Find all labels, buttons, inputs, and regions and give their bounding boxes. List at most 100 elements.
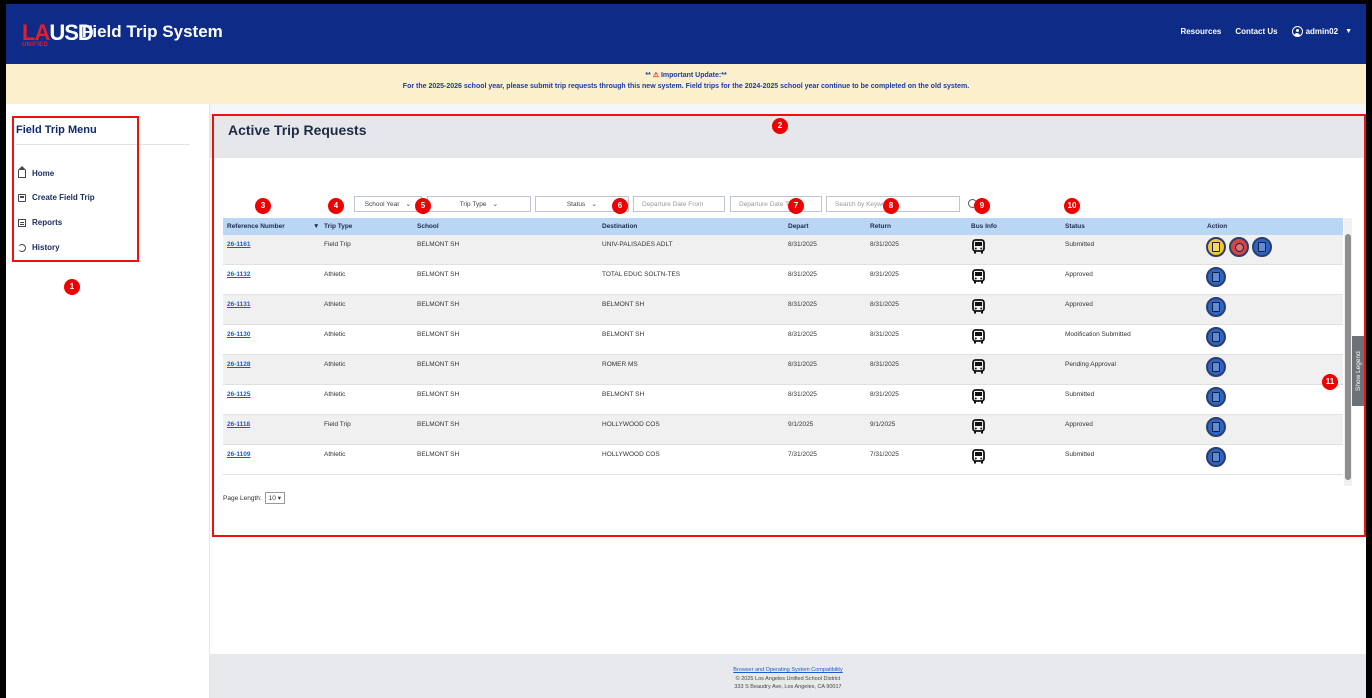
compatibility-link[interactable]: Browser and Operating System Compatibili… [210,667,1366,673]
table-scrollbar[interactable] [1344,218,1352,486]
user-circle-icon [1291,26,1303,37]
annotation-badge: 3 [255,198,271,214]
bus-info-icon[interactable] [972,239,985,254]
sidebar-item-home[interactable]: Home [18,166,54,178]
col-destination[interactable]: Destination [602,223,637,230]
depart-cell: 8/31/2025 [788,361,817,368]
sidebar-item-label: Create Field Trip [32,193,95,202]
view-trip-icon[interactable] [1206,387,1226,407]
edit-trip-icon[interactable] [1206,237,1226,257]
action-glyph [1234,242,1244,252]
bus-info-icon[interactable] [972,419,985,434]
table-row: 26-1130 Athletic BELMONT SH BELMONT SH 8/31/… [223,325,1343,355]
view-trip-icon[interactable] [1206,357,1226,377]
history-icon [18,243,26,252]
depart-cell: 8/31/2025 [788,271,817,278]
annotation-badge: 6 [612,198,628,214]
col-reference-number[interactable]: Reference Number [227,223,285,230]
col-depart[interactable]: Depart [788,223,809,230]
footer: Browser and Operating System Compatibili… [210,654,1366,698]
report-icon [18,218,26,227]
bus-info-icon[interactable] [972,299,985,314]
col-school[interactable]: School [417,223,439,230]
annotation-badge: 11 [1322,374,1338,390]
bus-icon [18,193,26,202]
table-row: 26-1118 Field Trip BELMONT SH HOLLYWOOD COS… [223,415,1343,445]
sort-desc-icon[interactable]: ▼ [313,223,319,230]
sidebar-item-history[interactable]: History [18,243,60,252]
return-cell: 8/31/2025 [870,301,899,308]
departure-date-from-input[interactable]: Departure Date From [633,196,725,212]
view-trip-icon[interactable] [1206,267,1226,287]
sidebar-item-create-field-trip[interactable]: Create Field Trip [18,193,95,202]
action-glyph [1212,242,1220,252]
reference-number-link[interactable]: 26-1130 [227,331,251,338]
return-cell: 7/31/2025 [870,451,899,458]
view-trip-icon[interactable] [1206,297,1226,317]
chevron-down-icon: ⌄ [492,201,499,208]
col-bus-info[interactable]: Bus Info [971,223,997,230]
reference-number-link[interactable]: 26-1161 [227,241,251,248]
warning-icon: ⚠ [652,72,659,79]
bus-info-icon[interactable] [972,329,985,344]
cancel-trip-icon[interactable] [1229,237,1249,257]
destination-cell: BELMONT SH [602,391,645,398]
annotation-badge: 4 [328,198,344,214]
col-return[interactable]: Return [870,223,891,230]
school-cell: BELMONT SH [417,391,460,398]
view-trip-icon[interactable] [1206,447,1226,467]
reference-number-link[interactable]: 26-1118 [227,421,250,428]
school-cell: BELMONT SH [417,301,460,308]
annotation-badge: 10 [1064,198,1080,214]
page-length-label: Page Length: [223,494,262,502]
table-row: 26-1132 Athletic BELMONT SH TOTAL EDUC SOLT… [223,265,1343,295]
bus-info-icon[interactable] [972,269,985,284]
sidebar-item-label: Reports [32,218,63,227]
reference-number-link[interactable]: 26-1128 [227,361,251,368]
header-links: Resources Contact Us admin02 ▼ [1180,26,1352,37]
trip-type-select[interactable]: Trip Type ⌄ [427,196,531,212]
user-menu[interactable]: admin02 ▼ [1291,26,1352,37]
bus-info-icon[interactable] [972,389,985,404]
action-glyph [1212,272,1220,282]
annotation-badge: 1 [64,279,80,295]
col-trip-type[interactable]: Trip Type [324,223,352,230]
reference-number-link[interactable]: 26-1131 [227,301,251,308]
scrollbar-thumb[interactable] [1345,234,1351,480]
departure-date-to-input[interactable]: Departure Date To [730,196,822,212]
reference-number-link[interactable]: 26-1132 [227,271,251,278]
view-trip-icon[interactable] [1206,327,1226,347]
view-trip-icon[interactable] [1252,237,1272,257]
sidebar: Field Trip Menu Home Create Field Trip R… [6,104,210,698]
view-trip-icon[interactable] [1206,417,1226,437]
trip-type-cell: Athletic [324,451,346,458]
return-cell: 8/31/2025 [870,331,899,338]
col-status[interactable]: Status [1065,223,1085,230]
school-cell: BELMONT SH [417,271,460,278]
user-name: admin02 [1305,27,1339,36]
status-cell: Submitted [1065,451,1095,458]
destination-cell: UNIV-PALISADES ADLT [602,241,673,248]
destination-cell: HOLLYWOOD COS [602,451,660,458]
destination-cell: BELMONT SH [602,331,645,338]
page-length-control: Page Length: 10 ▾ [223,492,285,504]
bus-info-icon[interactable] [972,359,985,374]
return-cell: 8/31/2025 [870,391,899,398]
annotation-badge: 8 [883,198,899,214]
return-cell: 8/31/2025 [870,241,899,248]
main-header: Active Trip Requests [210,114,1366,158]
important-update-banner: ** ⚠ Important Update:** For the 2025-20… [6,64,1366,104]
reference-number-link[interactable]: 26-1125 [227,391,251,398]
resources-link[interactable]: Resources [1180,27,1221,36]
home-icon [18,166,26,178]
page-length-select[interactable]: 10 ▾ [264,492,285,504]
sidebar-item-reports[interactable]: Reports [18,218,62,227]
reference-number-link[interactable]: 26-1109 [227,451,251,458]
show-legend-tab[interactable]: Show Legend [1352,336,1366,406]
status-cell: Submitted [1065,241,1095,248]
school-year-select[interactable]: School Year ⌄ [354,196,422,212]
contact-us-link[interactable]: Contact Us [1235,27,1277,36]
annotation-badge: 7 [788,198,804,214]
bus-info-icon[interactable] [972,449,985,464]
school-year-label: School Year [364,200,400,208]
